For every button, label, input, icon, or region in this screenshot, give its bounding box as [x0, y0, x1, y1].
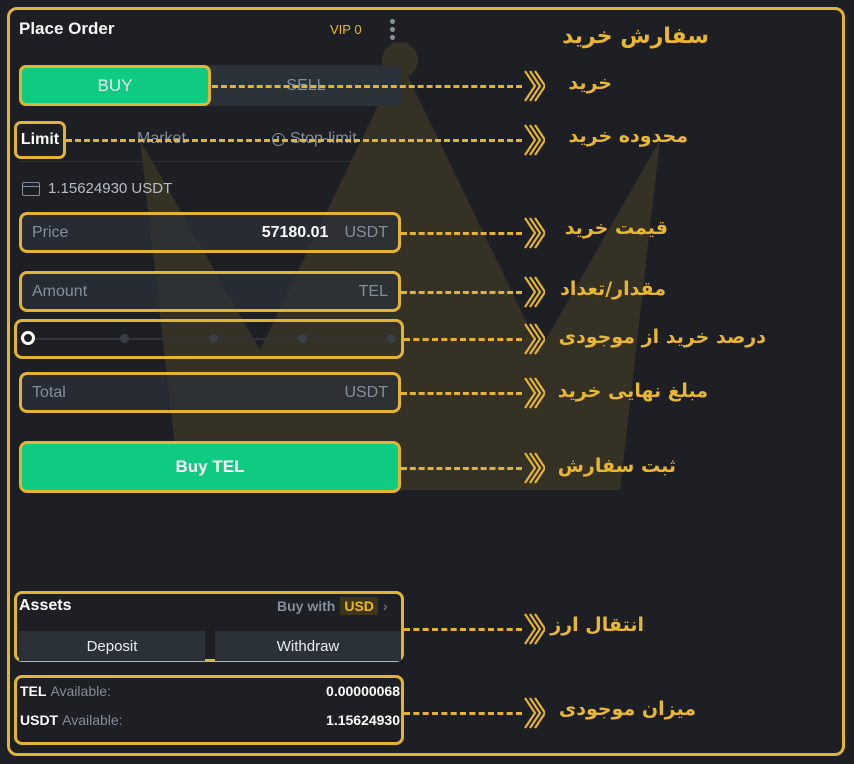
connector-line	[401, 232, 522, 235]
currency-badge: USD	[340, 597, 378, 615]
vertical-dots-icon[interactable]	[390, 19, 396, 40]
available-label: Available:	[50, 683, 111, 699]
connector-line	[212, 85, 522, 88]
annotation-amount: مقدار/تعداد	[560, 278, 666, 300]
total-input[interactable]: Total USDT	[19, 372, 401, 413]
triple-chevron-icon	[524, 323, 545, 355]
available-balance: 1.15624930 USDT	[22, 180, 172, 197]
available-row: USDT Available: 1.15624930	[20, 712, 400, 728]
buy-with-link[interactable]: Buy with USD ›	[277, 597, 388, 615]
slider-stop-50[interactable]	[209, 334, 219, 343]
amount-unit: TEL	[358, 282, 388, 300]
divider	[19, 161, 401, 162]
price-value[interactable]: 57180.01	[262, 224, 329, 242]
slider-stop-75[interactable]	[298, 334, 308, 343]
price-label: Price	[32, 223, 69, 241]
total-unit: USDT	[344, 383, 388, 401]
percent-slider[interactable]	[14, 319, 404, 359]
triple-chevron-icon	[524, 697, 545, 729]
annotation-transfer: انتقال ارز	[550, 614, 644, 636]
buy-submit-button[interactable]: Buy TEL	[19, 441, 401, 493]
connector-line	[401, 392, 522, 395]
annotation-submit: ثبت سفارش	[557, 455, 676, 477]
connector-line	[404, 712, 522, 715]
annotation-price: قیمت خرید	[564, 217, 668, 239]
chevron-right-icon: ›	[382, 598, 388, 614]
triple-chevron-icon	[524, 217, 545, 249]
price-unit: USDT	[344, 223, 388, 241]
coin-name: USDT	[20, 712, 59, 728]
annotation-buy: خرید	[568, 72, 612, 94]
vip-badge[interactable]: VIP 0	[330, 22, 362, 37]
triple-chevron-icon	[524, 377, 545, 409]
price-input[interactable]: Price 57180.01 USDT	[19, 212, 401, 253]
assets-title: Assets	[19, 597, 72, 614]
connector-line	[66, 139, 522, 142]
panel-title: Place Order	[19, 19, 115, 38]
connector-line	[401, 291, 522, 294]
amount-input[interactable]: Amount TEL	[19, 271, 401, 312]
annotation-percent: درصد خرید از موجودی	[558, 326, 766, 348]
triple-chevron-icon	[524, 613, 545, 645]
annotation-order-type: محدوده خرید	[568, 125, 688, 147]
triple-chevron-icon	[524, 452, 545, 484]
total-label: Total	[32, 383, 66, 401]
annotation-total: مبلغ نهایی خرید	[557, 380, 708, 402]
coin-name: TEL	[20, 683, 47, 699]
connector-line	[401, 467, 522, 470]
connector-line	[404, 628, 522, 631]
slider-stop-100[interactable]	[387, 334, 397, 343]
buy-with-label: Buy with	[277, 598, 336, 614]
available-amount: 0.00000068	[326, 683, 400, 699]
amount-label: Amount	[32, 282, 88, 300]
available-amount: 1.15624930	[326, 712, 400, 728]
triple-chevron-icon	[524, 124, 545, 156]
tab-buy[interactable]: BUY	[19, 65, 211, 106]
tab-limit[interactable]: Limit	[14, 121, 66, 159]
balance-text: 1.15624930 USDT	[48, 180, 173, 197]
slider-handle[interactable]	[21, 331, 35, 345]
triple-chevron-icon	[524, 70, 545, 102]
slider-stop-25[interactable]	[120, 334, 130, 343]
available-label: Available:	[62, 712, 123, 728]
available-row: TEL Available: 0.00000068	[20, 683, 400, 699]
connector-line	[404, 338, 522, 341]
annotation-heading: سفارش خرید	[562, 24, 709, 49]
triple-chevron-icon	[524, 276, 545, 308]
deposit-button[interactable]: Deposit	[19, 631, 205, 661]
wallet-icon	[22, 181, 40, 196]
slider-track[interactable]	[35, 334, 397, 343]
withdraw-button[interactable]: Withdraw	[215, 631, 401, 661]
annotation-balance: میزان موجودی	[558, 698, 696, 720]
